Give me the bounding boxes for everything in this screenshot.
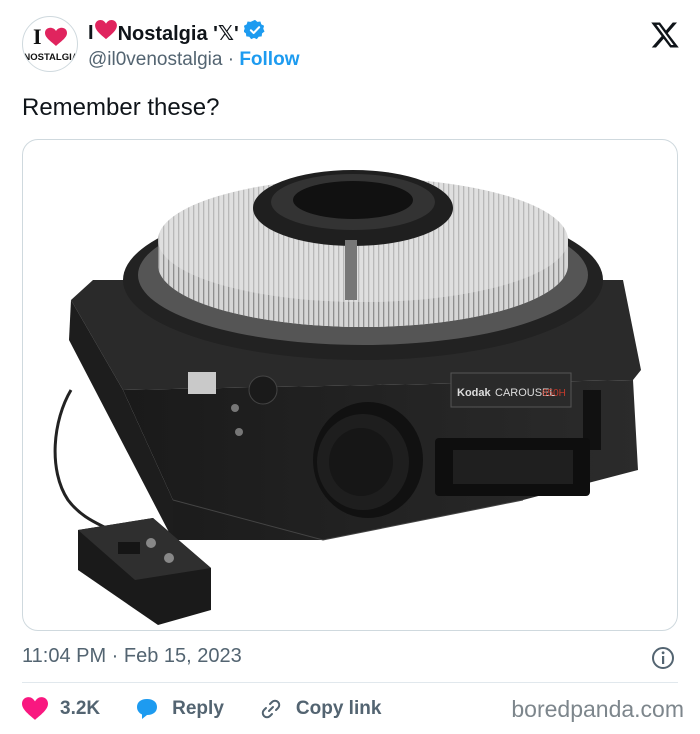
- divider: [22, 682, 678, 683]
- action-bar: 3.2K Reply Copy link: [22, 694, 415, 724]
- handle[interactable]: @il0venostalgia: [88, 49, 222, 70]
- avatar-letter: I: [33, 24, 42, 49]
- heart-icon: [94, 20, 117, 46]
- display-name[interactable]: I Nostalgia '𝕏': [88, 19, 266, 47]
- reply-button[interactable]: Reply: [134, 697, 224, 721]
- image-label-brand: Kodak: [457, 387, 492, 399]
- avatar[interactable]: I NOSTALGIA: [22, 16, 78, 72]
- verified-badge-icon: [243, 19, 266, 47]
- slide-projector-image: Kodak CAROUSEL 650H: [53, 170, 641, 625]
- like-count: 3.2K: [60, 698, 101, 719]
- avatar-label: NOSTALGIA: [23, 52, 78, 63]
- heart-icon: [22, 697, 48, 720]
- handle-row: @il0venostalgia · Follow: [88, 49, 299, 71]
- like-button[interactable]: 3.2K: [22, 697, 100, 721]
- display-name-prefix: I: [88, 21, 94, 44]
- copy-link-label: Copy link: [295, 698, 382, 719]
- copy-link-button[interactable]: Copy link: [258, 697, 382, 721]
- watermark: boredpanda.com: [511, 696, 684, 722]
- tweet-header: I NOSTALGIA I Nostalgia '𝕏' @il0venostal…: [22, 16, 682, 72]
- tweet-image[interactable]: Kodak CAROUSEL 650H: [22, 139, 678, 631]
- link-icon: [261, 699, 281, 719]
- reply-label: Reply: [172, 698, 224, 719]
- follow-button[interactable]: Follow: [239, 49, 299, 70]
- tweet-timestamp[interactable]: 11:04 PM · Feb 15, 2023: [22, 645, 242, 668]
- tweet-text: Remember these?: [22, 94, 220, 121]
- reply-bubble-icon: [137, 699, 158, 719]
- avatar-heart-icon: [45, 27, 67, 46]
- info-icon[interactable]: [650, 645, 676, 671]
- display-name-text: Nostalgia '𝕏': [117, 22, 239, 45]
- x-logo-icon[interactable]: [650, 20, 680, 50]
- image-label-number: 650H: [542, 388, 566, 399]
- separator: ·: [227, 49, 235, 70]
